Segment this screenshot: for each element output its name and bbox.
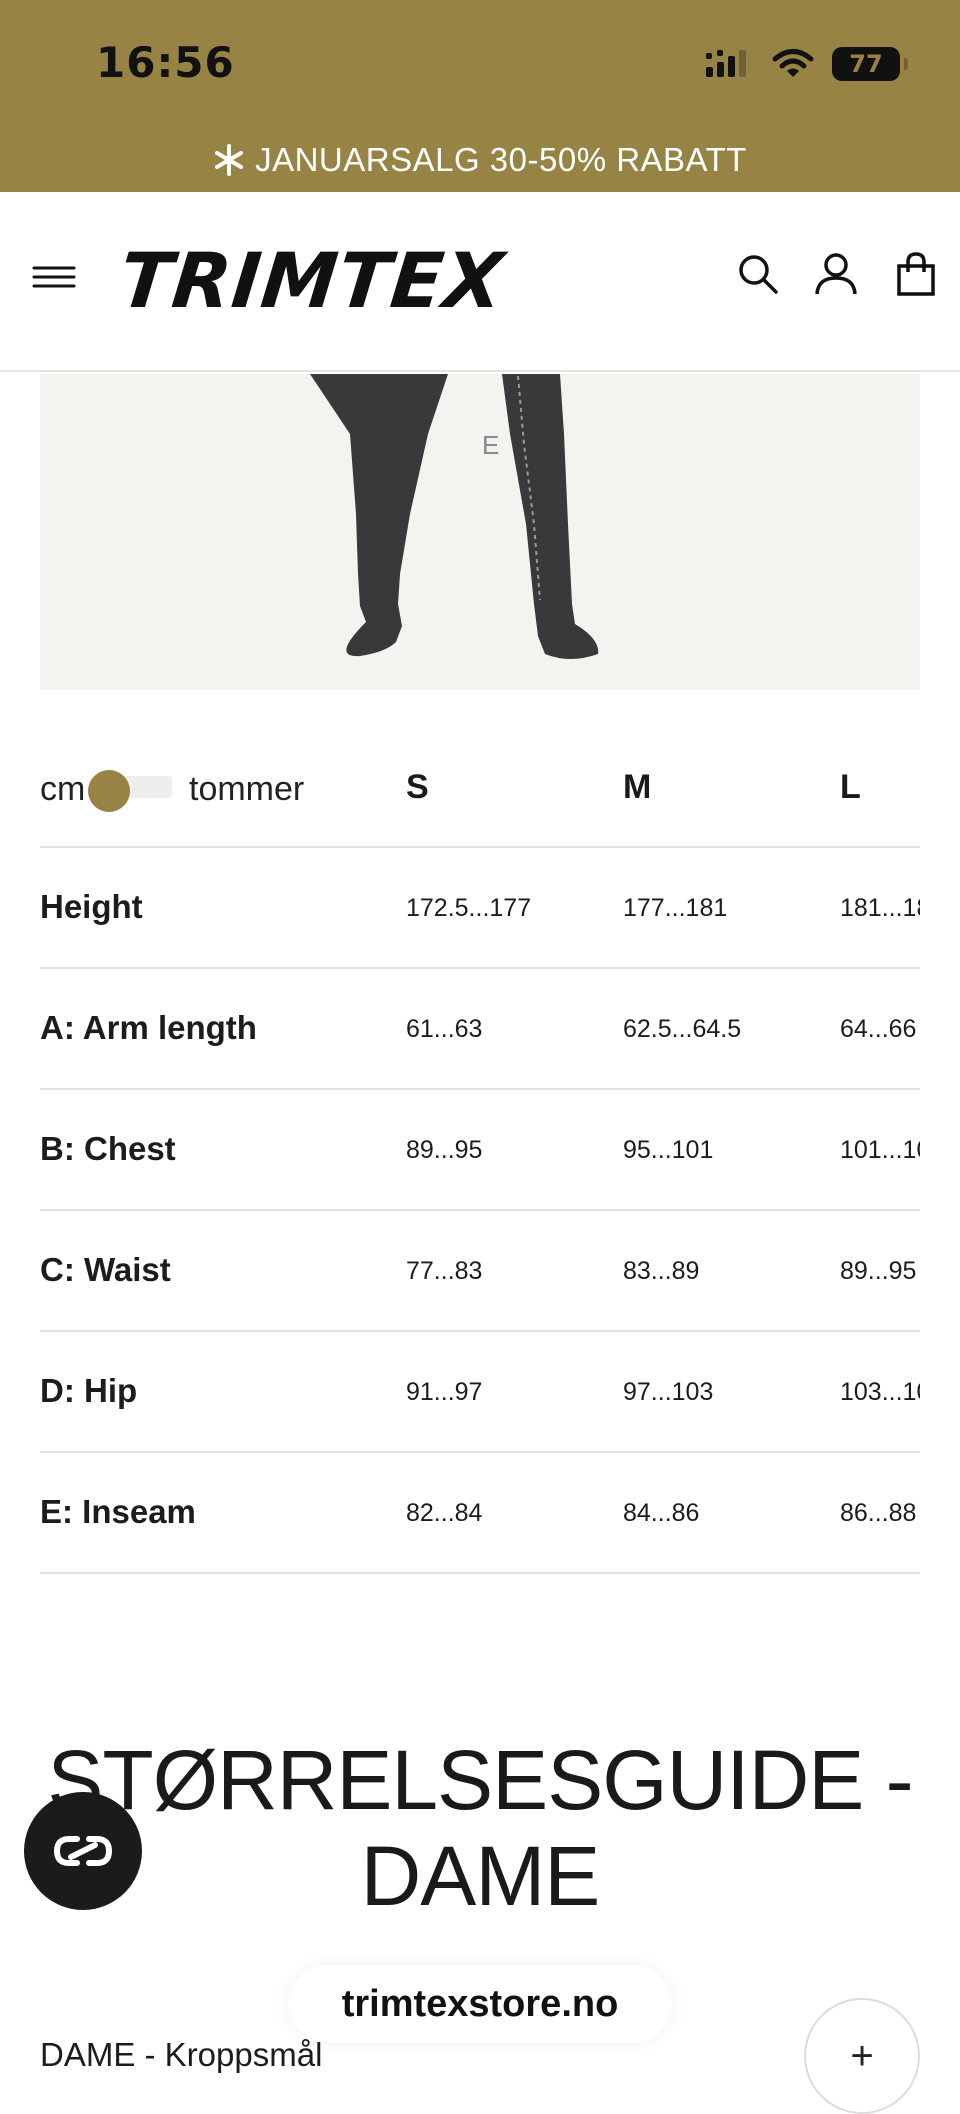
legs-illustration: [310, 374, 599, 659]
brand-logo[interactable]: TRIMTEX: [115, 236, 508, 325]
chat-icon: [53, 1836, 113, 1866]
plus-icon: +: [850, 2033, 874, 2078]
table-row: B: Chest 89...95 95...101 101...107: [40, 1090, 920, 1211]
size-table: cm tommer S M L Height 172.5...177 177..…: [40, 730, 920, 1574]
table-cell: 97...103: [623, 1378, 714, 1406]
size-column-s: S: [406, 768, 429, 806]
cart-icon[interactable]: [892, 250, 940, 298]
size-guide-title: STØRRELSESGUIDE - DAME: [0, 1732, 960, 1924]
table-row: E: Inseam 82...84 84...86 86...88: [40, 1453, 920, 1574]
table-cell: 103...109: [840, 1378, 920, 1406]
status-icons: 77: [704, 44, 908, 84]
size-column-m: M: [623, 768, 652, 806]
status-time: 16:56: [96, 38, 235, 87]
unit-cm-label[interactable]: cm: [40, 770, 85, 809]
row-label: C: Waist: [40, 1251, 171, 1288]
wifi-icon: [772, 49, 814, 77]
chat-button[interactable]: [24, 1792, 142, 1910]
table-cell: 61...63: [406, 1015, 483, 1043]
table-cell: 172.5...177: [406, 894, 532, 922]
size-guide-title-line1: STØRRELSESGUIDE -: [47, 1733, 913, 1827]
browser-url-bar[interactable]: trimtexstore.no: [288, 1966, 672, 2042]
table-cell: 89...95: [406, 1136, 483, 1164]
promo-banner[interactable]: JANUARSALG 30-50% RABATT: [0, 128, 960, 192]
table-row: Height 172.5...177 177...181 181...185: [40, 848, 920, 969]
size-column-l: L: [840, 768, 861, 806]
site-header: TRIMTEX: [0, 192, 960, 372]
table-cell: 82...84: [406, 1499, 483, 1527]
table-cell: 177...181: [623, 894, 728, 922]
promo-text: JANUARSALG 30-50% RABATT: [255, 141, 747, 178]
table-cell: 83...89: [623, 1257, 700, 1285]
search-icon[interactable]: [734, 250, 782, 298]
row-label: Height: [40, 888, 143, 925]
cellular-signal-icon: [706, 50, 746, 77]
row-label: A: Arm length: [40, 1009, 257, 1046]
table-cell: 77...83: [406, 1257, 483, 1285]
table-cell: 181...185: [840, 894, 920, 922]
table-row: A: Arm length 61...63 62.5...64.5 64...6…: [40, 969, 920, 1090]
row-label: D: Hip: [40, 1372, 138, 1409]
table-cell: 101...107: [840, 1136, 920, 1164]
size-diagram-image: E: [40, 374, 920, 690]
account-icon[interactable]: [812, 250, 860, 298]
table-cell: 89...95: [840, 1257, 917, 1285]
battery-icon: 77: [832, 47, 908, 81]
table-cell: 62.5...64.5: [623, 1015, 742, 1043]
accordion-label[interactable]: DAME - Kroppsmål: [40, 2036, 322, 2074]
unit-toggle-knob[interactable]: [88, 770, 130, 812]
snowflake-icon: [215, 144, 244, 176]
size-table-header: cm tommer S M L: [40, 730, 920, 848]
table-cell: 91...97: [406, 1378, 483, 1406]
row-label: B: Chest: [40, 1130, 176, 1167]
table-cell: 86...88: [840, 1499, 917, 1527]
url-text: trimtexstore.no: [341, 1982, 619, 2025]
diagram-label-e: E: [482, 430, 500, 460]
status-bar: 16:56 77: [0, 0, 960, 128]
size-guide-title-line2: DAME: [360, 1829, 601, 1923]
accordion-expand-button[interactable]: +: [804, 1998, 920, 2114]
table-cell: 64...66: [840, 1015, 917, 1043]
row-label: E: Inseam: [40, 1493, 196, 1530]
table-row: D: Hip 91...97 97...103 103...109: [40, 1332, 920, 1453]
table-cell: 84...86: [623, 1499, 700, 1527]
unit-tommer-label[interactable]: tommer: [189, 770, 304, 809]
table-row: C: Waist 77...83 83...89 89...95: [40, 1211, 920, 1332]
battery-level: 77: [849, 50, 883, 78]
menu-icon[interactable]: [32, 262, 76, 292]
table-cell: 95...101: [623, 1136, 714, 1164]
